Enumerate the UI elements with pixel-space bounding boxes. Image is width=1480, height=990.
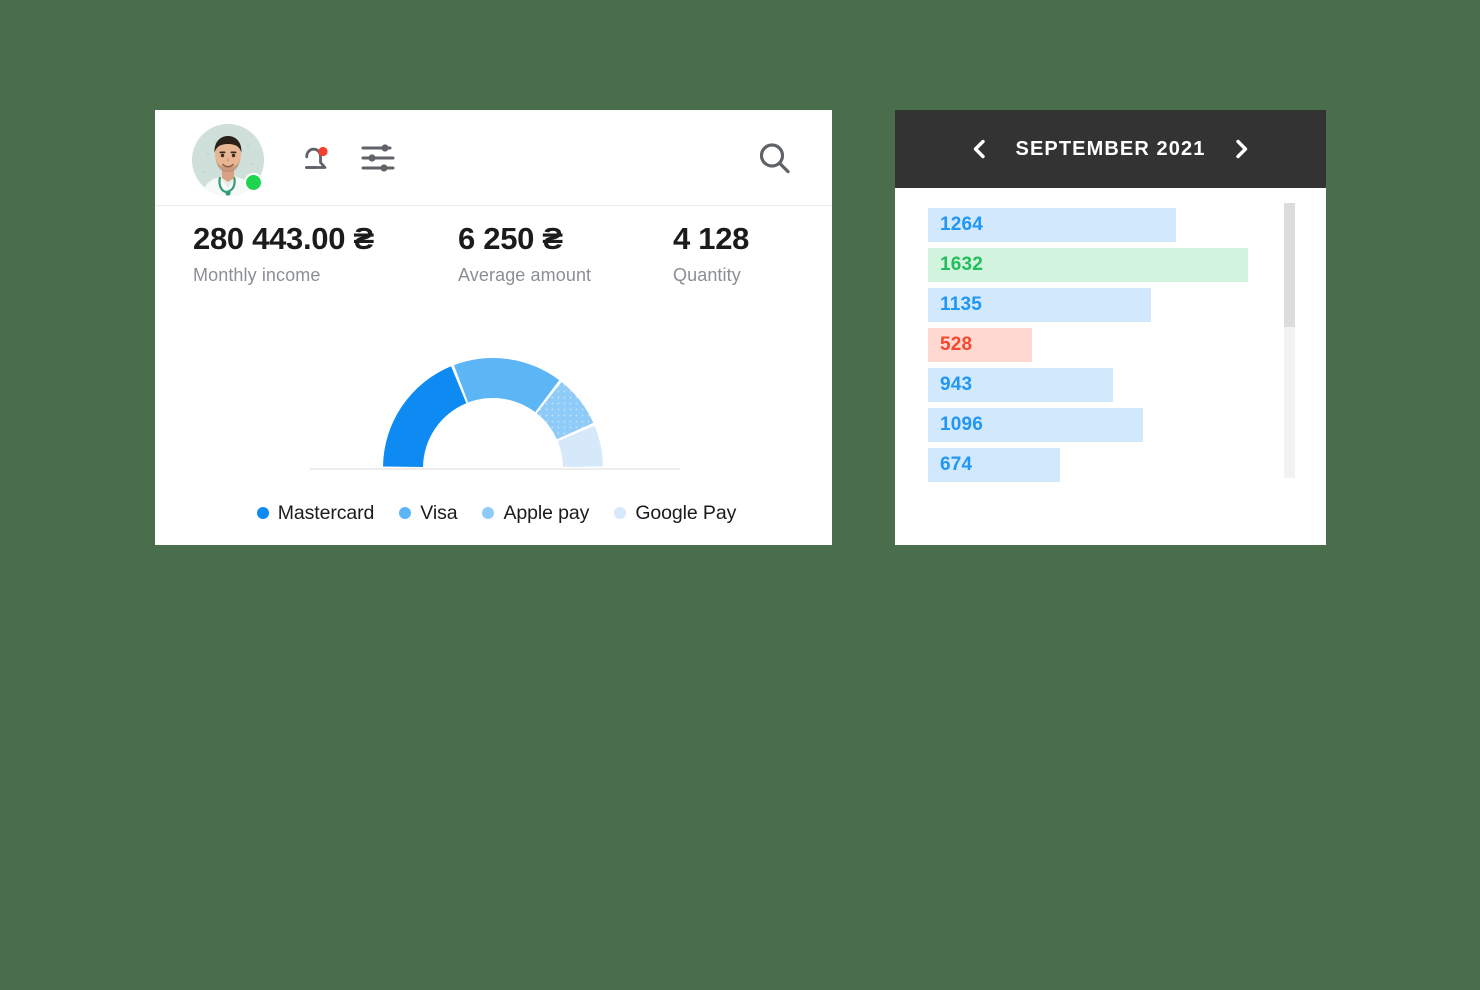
bar-chart-area: 1264 1632 1135 528 943 1096 674	[895, 188, 1326, 545]
legend-label: Google Pay	[635, 501, 737, 524]
bar-value: 674	[940, 454, 973, 475]
bar[interactable]: 1264	[928, 208, 1176, 242]
bar-row[interactable]: 1264	[928, 208, 1258, 248]
stat-quantity: 4 128 Quantity	[673, 221, 750, 286]
month-title: SEPTEMBER 2021	[1015, 137, 1206, 160]
bell-icon[interactable]	[297, 140, 335, 178]
bar-value: 1135	[940, 294, 983, 315]
legend-dot-icon	[614, 507, 627, 519]
bar-row[interactable]: 1632	[928, 248, 1258, 288]
notification-badge	[318, 146, 328, 157]
bar[interactable]: 1096	[928, 408, 1143, 442]
legend-label: Mastercard	[277, 501, 375, 524]
avatar[interactable]	[192, 124, 264, 196]
payments-overview-card: 280 443.00 ₴ Monthly income 6 250 ₴ Aver…	[155, 110, 832, 545]
stat-monthly-income: 280 443.00 ₴ Monthly income	[193, 221, 374, 286]
stats-row: 280 443.00 ₴ Monthly income 6 250 ₴ Aver…	[155, 206, 832, 310]
chevron-right-icon[interactable]	[1224, 132, 1258, 166]
legend-item[interactable]: Visa	[399, 501, 458, 525]
legend-item[interactable]: Apple pay	[482, 502, 589, 525]
bar-value: 943	[940, 374, 973, 395]
chart-legend: Mastercard Visa Apple pay Google Pay	[155, 485, 832, 541]
legend-label: Visa	[420, 501, 458, 524]
stat-label: Monthly income	[193, 265, 321, 286]
scrollbar-thumb[interactable]	[1284, 203, 1295, 327]
stat-label: Quantity	[673, 265, 741, 286]
bar-list: 1264 1632 1135 528 943 1096 674	[928, 208, 1258, 488]
scrollbar-track[interactable]	[1284, 203, 1295, 478]
month-navigator: SEPTEMBER 2021	[895, 110, 1326, 188]
stat-value: 6 250 ₴	[458, 221, 563, 256]
donut-segment[interactable]	[453, 358, 560, 413]
chevron-left-icon[interactable]	[963, 132, 997, 166]
legend-label: Apple pay	[503, 501, 590, 524]
bar-row[interactable]: 1135	[928, 288, 1258, 328]
bar-row[interactable]: 943	[928, 368, 1258, 408]
donut-segment[interactable]	[383, 366, 467, 468]
monthly-stats-card: SEPTEMBER 2021 1264 1632 1135 528 943 1096 674	[895, 110, 1326, 545]
bar[interactable]: 1632	[928, 248, 1248, 282]
bar[interactable]: 1135	[928, 288, 1151, 322]
bar-row[interactable]: 674	[928, 448, 1258, 488]
payment-methods-donut-chart	[155, 310, 832, 485]
bar-value: 1632	[940, 254, 984, 275]
legend-item[interactable]: Google Pay	[614, 502, 736, 525]
stat-average-amount: 6 250 ₴ Average amount	[458, 221, 592, 286]
legend-dot-icon	[256, 507, 269, 519]
stat-label: Average amount	[458, 265, 592, 286]
bar-value: 1096	[940, 414, 984, 435]
stat-value: 280 443.00 ₴	[193, 221, 374, 256]
card-header	[155, 110, 832, 206]
legend-dot-icon	[482, 507, 495, 519]
bar[interactable]: 674	[928, 448, 1061, 482]
online-status-dot	[244, 173, 263, 192]
bar-row[interactable]: 528	[928, 328, 1258, 368]
chart-baseline	[310, 468, 680, 470]
bar-value: 528	[940, 334, 973, 355]
bar-value: 1264	[940, 214, 984, 235]
bar-row[interactable]: 1096	[928, 408, 1258, 448]
bar[interactable]: 943	[928, 368, 1113, 402]
legend-item[interactable]: Mastercard	[256, 501, 375, 525]
sliders-icon[interactable]	[360, 142, 398, 176]
search-icon[interactable]	[755, 139, 795, 179]
bar[interactable]: 528	[928, 328, 1032, 362]
legend-dot-icon	[399, 507, 412, 519]
screen-root: 280 443.00 ₴ Monthly income 6 250 ₴ Aver…	[0, 0, 1480, 990]
stat-value: 4 128	[673, 221, 750, 256]
